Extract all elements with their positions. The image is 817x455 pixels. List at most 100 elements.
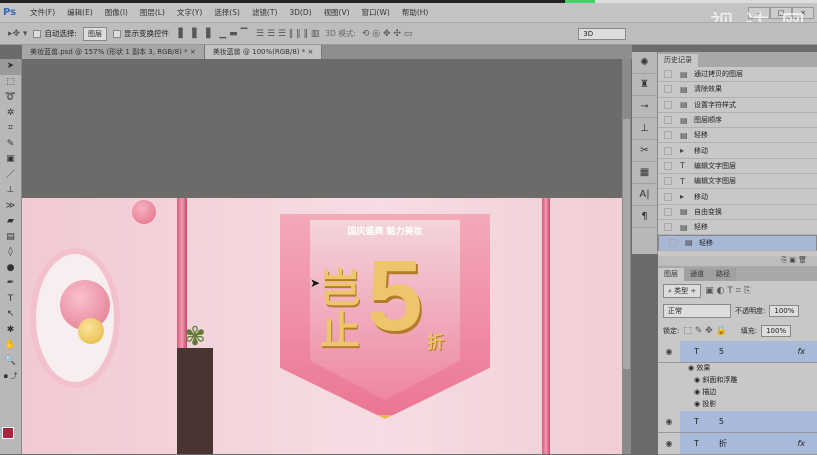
close-tab-icon[interactable]: × [307, 48, 313, 56]
snapshot-checkbox[interactable] [664, 116, 672, 125]
history-item[interactable]: T 编辑文字图层 [658, 159, 817, 175]
snapshot-checkbox[interactable] [664, 70, 672, 79]
snapshot-checkbox[interactable] [664, 85, 672, 94]
tab-channels[interactable]: 通道 [684, 268, 710, 281]
history-item[interactable]: T 编辑文字图层 [658, 174, 817, 190]
fill-input[interactable]: 100% [761, 325, 792, 337]
history-item[interactable]: ▤ 清除效果 [658, 82, 817, 98]
snapshot-checkbox[interactable] [664, 192, 672, 201]
snapshot-checkbox[interactable] [669, 238, 677, 247]
snapshot-checkbox[interactable] [664, 177, 672, 186]
marquee-tool-icon[interactable]: ⬚ [0, 75, 21, 91]
dodge-tool-icon[interactable]: ● [0, 261, 21, 277]
history-item[interactable]: ▤ 轻移 [658, 220, 817, 236]
blur-tool-icon[interactable]: ◊ [0, 245, 21, 261]
menu-type[interactable]: 文字(Y) [171, 7, 208, 18]
show-transform-checkbox[interactable]: 显示变换控件 [112, 28, 169, 39]
move-tool-icon[interactable]: ▸✥ ▾ [8, 29, 27, 39]
path-select-icon[interactable]: ↖ [0, 307, 21, 323]
effect-bevel[interactable]: ◉ 斜面和浮雕 [658, 375, 817, 387]
tools-preset-icon[interactable]: ✂ [632, 140, 657, 162]
paragraph-icon[interactable]: ¶ [632, 206, 657, 228]
pen-tool-icon[interactable]: ✒ [0, 276, 21, 292]
opacity-input[interactable]: 100% [769, 305, 800, 317]
tab-document-2[interactable]: 美妆蓝兽 @ 100%(RGB/8) * × [204, 45, 323, 59]
history-item[interactable]: ▤ 设置字符样式 [658, 98, 817, 113]
navigator-icon[interactable]: ✺ [632, 52, 657, 74]
snapshot-checkbox[interactable] [664, 161, 672, 170]
layer-row[interactable]: ◉ T 5 fx [658, 341, 817, 363]
shape-tool-icon[interactable]: ✱ [0, 323, 21, 339]
history-tab[interactable]: 历史记录 [658, 54, 698, 67]
foreground-color-swatch[interactable] [2, 427, 14, 439]
tab-document-1[interactable]: 美妆蓝兽.psd @ 157% (形状 1 副本 3, RGB/8) * × [22, 45, 205, 59]
canvas-image[interactable]: ✾ 国庆盛典 魅力美妆 岂 止 5 折 ➤ [22, 198, 622, 454]
clone-source-icon[interactable]: ⊥ [632, 118, 657, 140]
visibility-eye-icon[interactable]: ◉ [658, 417, 680, 426]
character-icon[interactable]: A| [632, 184, 657, 206]
workspace-dropdown[interactable]: 3D [578, 27, 627, 40]
history-item[interactable]: ▤ 自由变换 [658, 205, 817, 220]
hand-tool-icon[interactable]: ✋ [0, 338, 21, 354]
snapshot-checkbox[interactable] [664, 223, 672, 232]
menu-help[interactable]: 帮助(H) [396, 7, 435, 18]
layer-row[interactable]: ◉ T 折 fx [658, 433, 817, 455]
filter-icons[interactable]: ▣ ◐ T ⌗ ⎘ [705, 286, 751, 296]
history-item[interactable]: ▤ 通过拷贝的图层 [658, 67, 817, 83]
gradient-tool-icon[interactable]: ▤ [0, 230, 21, 246]
history-item[interactable]: ▸ 移动 [658, 143, 817, 159]
history-item[interactable]: ▸ 移动 [658, 189, 817, 205]
healing-brush-icon[interactable]: ▣ [0, 152, 21, 168]
history-item[interactable]: ▤ 图层顺序 [658, 113, 817, 129]
swap-colors-icon[interactable]: ▪ ⤴ [0, 369, 21, 385]
adjustments-icon[interactable]: ⊸ [632, 96, 657, 118]
history-footer-icons[interactable]: ⎘ ▣ 🗑 [658, 256, 817, 266]
snapshot-checkbox[interactable] [664, 131, 672, 140]
menu-filter[interactable]: 滤镜(T) [246, 7, 283, 18]
history-item[interactable]: ▤ 轻移 [658, 235, 817, 251]
layer-row[interactable]: ◉ T 5 [658, 411, 817, 433]
effect-shadow[interactable]: ◉ 投影 [658, 399, 817, 411]
zoom-tool-icon[interactable]: 🔍 [0, 354, 21, 370]
magic-wand-icon[interactable]: ✲ [0, 106, 21, 122]
snapshot-checkbox[interactable] [664, 146, 672, 155]
crop-tool-icon[interactable]: ⌗ [0, 121, 21, 137]
visibility-eye-icon[interactable]: ◉ [658, 439, 680, 448]
tab-paths[interactable]: 路径 [710, 268, 736, 281]
move-tool-icon[interactable]: ➤ [0, 59, 21, 75]
menu-layer[interactable]: 图层(L) [134, 7, 171, 18]
lasso-tool-icon[interactable]: ➰ [0, 90, 21, 106]
tab-layers[interactable]: 图层 [658, 268, 684, 281]
type-tool-icon[interactable]: T [0, 292, 21, 308]
lock-icons[interactable]: ⬚ ✎ ✥ 🔒 [683, 326, 726, 336]
snapshot-checkbox[interactable] [664, 207, 672, 216]
auto-select-checkbox[interactable]: 自动选择: [33, 28, 77, 39]
menu-image[interactable]: 图像(I) [99, 7, 134, 18]
history-brush-icon[interactable]: ≫ [0, 199, 21, 215]
styles-icon[interactable]: ▦ [632, 162, 657, 184]
menu-view[interactable]: 视图(V) [318, 7, 356, 18]
brush-tool-icon[interactable]: ／ [0, 168, 21, 184]
menu-edit[interactable]: 编辑(E) [61, 7, 99, 18]
menu-window[interactable]: 窗口(W) [356, 7, 396, 18]
stamp-tool-icon[interactable]: ⊥ [0, 183, 21, 199]
3d-tools-icons[interactable]: ⟲ ◎ ✥ ✣ ▭ [362, 29, 412, 39]
menu-3d[interactable]: 3D(D) [283, 8, 317, 17]
eraser-icon[interactable]: ▰ [0, 214, 21, 230]
menu-file[interactable]: 文件(F) [24, 7, 61, 18]
history-item[interactable]: ▤ 轻移 [658, 128, 817, 144]
auto-select-dropdown[interactable]: 图层 [82, 26, 107, 41]
close-tab-icon[interactable]: × [190, 48, 196, 56]
menu-select[interactable]: 选择(S) [208, 7, 246, 18]
fx-icon[interactable]: fx [797, 439, 817, 448]
effect-stroke[interactable]: ◉ 描边 [658, 387, 817, 399]
effects-row[interactable]: ◉ 效果 [658, 363, 817, 375]
layer-filter-dropdown[interactable]: ⌕ 类型 ÷ [663, 284, 702, 298]
blend-mode-dropdown[interactable]: 正常 [663, 304, 731, 318]
fx-icon[interactable]: fx [797, 347, 817, 356]
eyedropper-icon[interactable]: ✎ [0, 137, 21, 153]
align-icons[interactable]: ▐▏▐▏▐▏ ▁ ▬ ▔ ☰ ☰ ☰ ‖ ‖ ‖ ▥ [175, 29, 319, 39]
canvas-vertical-scrollbar[interactable] [622, 59, 631, 454]
brush-preset-icon[interactable]: ♜ [632, 74, 657, 96]
visibility-eye-icon[interactable]: ◉ [658, 347, 680, 356]
